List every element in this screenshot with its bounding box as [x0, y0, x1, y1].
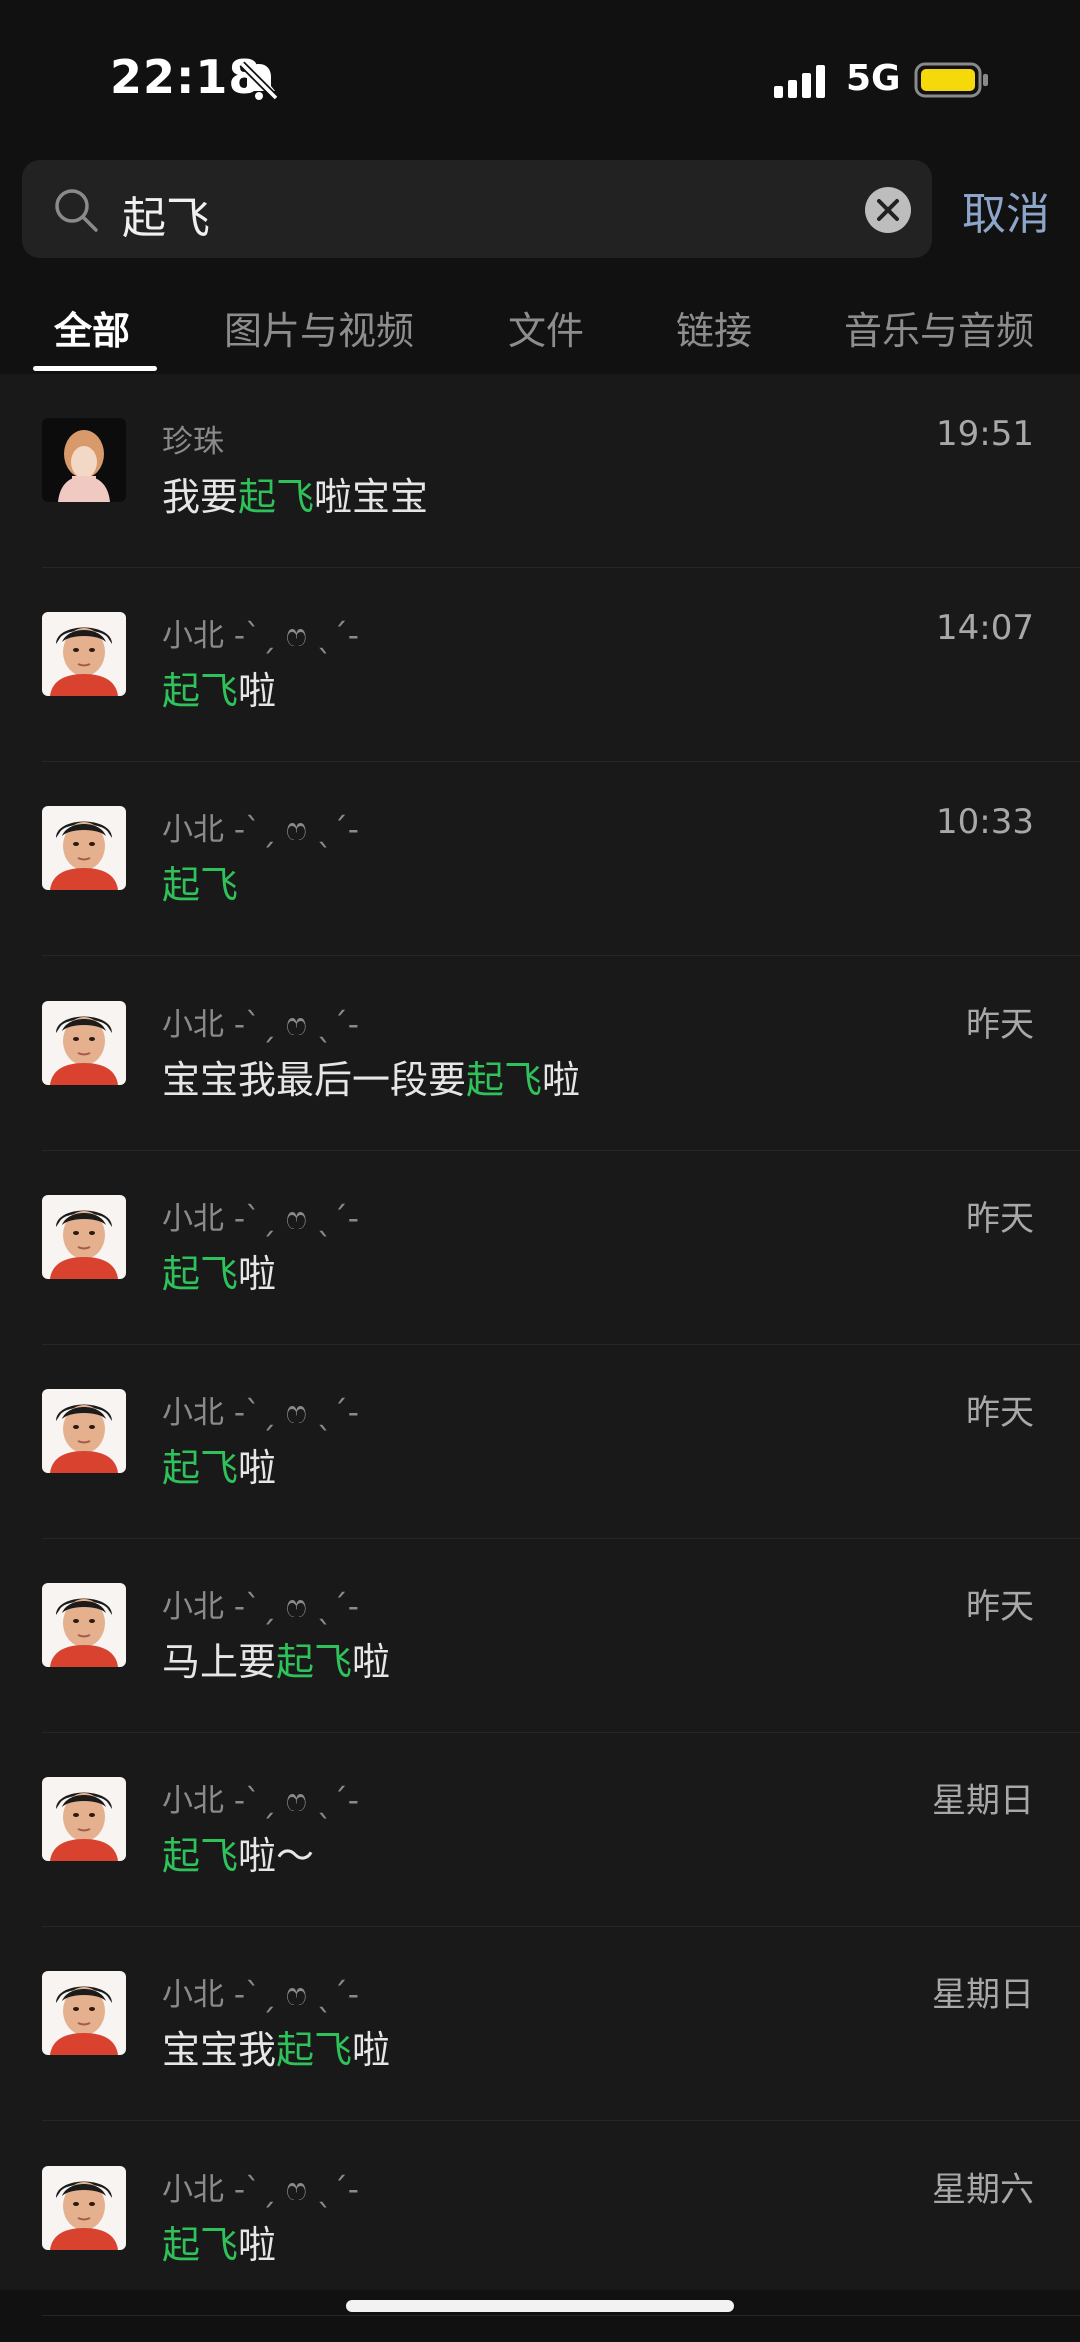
- battery-icon: [914, 62, 988, 98]
- active-tab-indicator: [33, 366, 157, 371]
- result-row[interactable]: 小北 -ˋˏ ෆ ˎˊ- 起飞啦～ 星期日: [0, 1733, 1080, 1927]
- sender-name: 小北 -ˋˏ ෆ ˎˊ-: [162, 812, 359, 848]
- message-text-after: 啦: [238, 1446, 277, 1490]
- signal-icon: [774, 65, 825, 98]
- keyword-highlight: 起飞: [276, 1640, 353, 1684]
- keyword-highlight: 起飞: [238, 475, 315, 519]
- keyword-highlight: 起飞: [162, 669, 239, 713]
- keyword-highlight: 起飞: [466, 1058, 543, 1102]
- message-snippet: 宝宝我起飞啦: [162, 2019, 390, 2074]
- message-snippet: 起飞啦: [162, 660, 276, 715]
- result-row[interactable]: 小北 -ˋˏ ෆ ˎˊ- 宝宝我最后一段要起飞啦 昨天: [0, 957, 1080, 1151]
- message-time: 19:51: [936, 414, 1034, 454]
- keyword-highlight: 起飞: [162, 2223, 239, 2267]
- result-row[interactable]: 小北 -ˋˏ ෆ ˎˊ- 宝宝我起飞啦 星期日: [0, 1927, 1080, 2121]
- message-text-after: 啦: [238, 669, 277, 713]
- sender-name: 小北 -ˋˏ ෆ ˎˊ-: [162, 1201, 359, 1237]
- avatar[interactable]: [42, 1389, 126, 1473]
- search-icon: [55, 189, 98, 232]
- message-time: 昨天: [966, 1199, 1034, 1239]
- message-snippet: 起飞啦～: [162, 1825, 314, 1880]
- result-row[interactable]: 小北 -ˋˏ ෆ ˎˊ- 马上要起飞啦 昨天: [0, 1539, 1080, 1733]
- message-snippet: 起飞啦: [162, 2214, 276, 2269]
- bell-muted-icon: [239, 61, 279, 101]
- search-row: 起飞 取消: [0, 150, 1080, 270]
- keyword-highlight: 起飞: [162, 1834, 239, 1878]
- message-text-before: 马上要: [162, 1640, 277, 1684]
- message-text-before: 我要: [162, 475, 239, 519]
- sender-name: 小北 -ˋˏ ෆ ˎˊ-: [162, 1589, 359, 1625]
- avatar[interactable]: [42, 1971, 126, 2055]
- message-time: 星期日: [932, 1975, 1034, 2015]
- message-text-before: 宝宝我: [162, 2028, 277, 2072]
- message-time: 星期日: [932, 1781, 1034, 1821]
- network-type: 5G: [846, 58, 901, 99]
- sender-name: 珍珠: [162, 424, 224, 460]
- sender-name: 小北 -ˋˏ ෆ ˎˊ-: [162, 1395, 359, 1431]
- message-time: 昨天: [966, 1587, 1034, 1627]
- avatar[interactable]: [42, 2166, 126, 2250]
- message-snippet: 马上要起飞啦: [162, 1631, 390, 1686]
- keyword-highlight: 起飞: [162, 1252, 239, 1296]
- message-snippet: 宝宝我最后一段要起飞啦: [162, 1049, 580, 1104]
- cancel-button[interactable]: 取消: [962, 178, 1050, 242]
- message-time: 14:07: [936, 608, 1034, 648]
- sender-name: 小北 -ˋˏ ෆ ˎˊ-: [162, 1977, 359, 2013]
- result-row[interactable]: 小北 -ˋˏ ෆ ˎˊ- 起飞啦 昨天: [0, 1345, 1080, 1539]
- tab-all[interactable]: 全部: [54, 300, 130, 355]
- message-snippet: 我要起飞啦宝宝: [162, 466, 428, 521]
- result-row[interactable]: 小北 -ˋˏ ෆ ˎˊ- 起飞啦 昨天: [0, 1151, 1080, 1345]
- result-row[interactable]: 小北 -ˋˏ ෆ ˎˊ- 起飞 10:33: [0, 762, 1080, 956]
- message-text-after: 啦: [352, 1640, 391, 1684]
- message-snippet: 起飞啦: [162, 1437, 276, 1492]
- results-list: 珍珠 我要起飞啦宝宝 19:51 小北 -ˋˏ ෆ ˎˊ- 起飞啦 14:07 小北 -…: [0, 374, 1080, 2316]
- tab-images-videos[interactable]: 图片与视频: [224, 300, 414, 355]
- message-snippet: 起飞啦: [162, 1243, 276, 1298]
- sender-name: 小北 -ˋˏ ෆ ˎˊ-: [162, 2172, 359, 2208]
- tab-files[interactable]: 文件: [508, 300, 584, 355]
- avatar[interactable]: [42, 1777, 126, 1861]
- avatar[interactable]: [42, 612, 126, 696]
- message-time: 昨天: [966, 1005, 1034, 1045]
- message-text-before: 宝宝我最后一段要: [162, 1058, 467, 1102]
- avatar[interactable]: [42, 806, 126, 890]
- row-divider: [42, 2120, 1080, 2121]
- sender-name: 小北 -ˋˏ ෆ ˎˊ-: [162, 1007, 359, 1043]
- avatar[interactable]: [42, 1195, 126, 1279]
- message-text-after: 啦: [238, 2223, 277, 2267]
- home-indicator: [346, 2300, 734, 2312]
- message-snippet: 起飞: [162, 854, 238, 909]
- message-text-after: 啦: [352, 2028, 391, 2072]
- row-divider: [42, 955, 1080, 956]
- status-bar: 22:18 5G: [0, 0, 1080, 150]
- sender-name: 小北 -ˋˏ ෆ ˎˊ-: [162, 618, 359, 654]
- message-time: 昨天: [966, 1393, 1034, 1433]
- tab-links[interactable]: 链接: [676, 300, 752, 355]
- clear-icon[interactable]: [864, 186, 912, 234]
- search-input[interactable]: 起飞: [22, 160, 932, 258]
- avatar[interactable]: [42, 418, 126, 502]
- keyword-highlight: 起飞: [276, 2028, 353, 2072]
- message-time: 星期六: [932, 2170, 1034, 2210]
- sender-name: 小北 -ˋˏ ෆ ˎˊ-: [162, 1783, 359, 1819]
- message-text-after: 啦: [542, 1058, 581, 1102]
- row-divider: [42, 2315, 1080, 2316]
- result-row[interactable]: 珍珠我要起飞啦宝宝 19:51: [0, 374, 1080, 568]
- message-text-after: 啦～: [238, 1834, 315, 1878]
- keyword-highlight: 起飞: [162, 863, 239, 907]
- message-text-after: 啦: [238, 1252, 277, 1296]
- result-row[interactable]: 小北 -ˋˏ ෆ ˎˊ- 起飞啦 14:07: [0, 568, 1080, 762]
- keyword-highlight: 起飞: [162, 1446, 239, 1490]
- tab-music-audio[interactable]: 音乐与音频: [844, 300, 1034, 355]
- avatar[interactable]: [42, 1583, 126, 1667]
- filter-tabs: 全部 图片与视频 文件 链接 音乐与音频: [0, 282, 1080, 374]
- search-query[interactable]: 起飞: [122, 182, 210, 246]
- result-row[interactable]: 小北 -ˋˏ ෆ ˎˊ- 起飞啦 星期六: [0, 2122, 1080, 2316]
- avatar[interactable]: [42, 1001, 126, 1085]
- message-time: 10:33: [936, 802, 1034, 842]
- message-text-after: 啦宝宝: [314, 475, 429, 519]
